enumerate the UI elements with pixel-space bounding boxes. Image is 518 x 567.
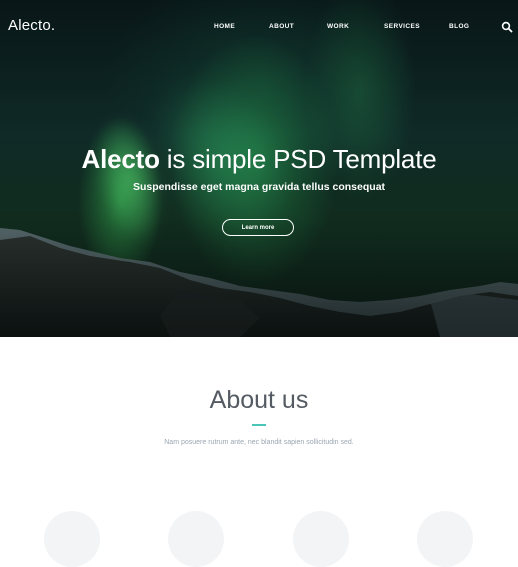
about-title: About us — [209, 386, 309, 414]
feature-circle — [44, 511, 100, 567]
hero-title-brand: Alecto — [81, 144, 160, 174]
learn-more-button[interactable]: Learn more — [222, 219, 294, 236]
hero-subtitle: Suspendisse eget magna gravida tellus co… — [132, 181, 386, 193]
feature-circle — [417, 511, 473, 567]
feature-circle — [293, 511, 349, 567]
about-divider — [252, 424, 266, 426]
search-icon[interactable] — [501, 21, 513, 33]
brand-logo[interactable]: Alecto. — [8, 17, 55, 34]
about-text: Nam posuere rutrum ante, nec blandit sap… — [164, 439, 354, 446]
nav-item-about[interactable]: ABOUT — [269, 23, 294, 30]
hero-title-rest: is simple PSD Template — [159, 144, 437, 174]
feature-circle — [168, 511, 224, 567]
nav-item-services[interactable]: SERVICES — [384, 23, 420, 30]
hero-title: Alecto is simple PSD Template — [0, 144, 518, 175]
nav-item-blog[interactable]: BLOG — [449, 23, 469, 30]
nav-item-home[interactable]: HOME — [214, 23, 235, 30]
feature-icons-row — [0, 505, 518, 567]
nav-item-work[interactable]: WORK — [327, 23, 349, 30]
